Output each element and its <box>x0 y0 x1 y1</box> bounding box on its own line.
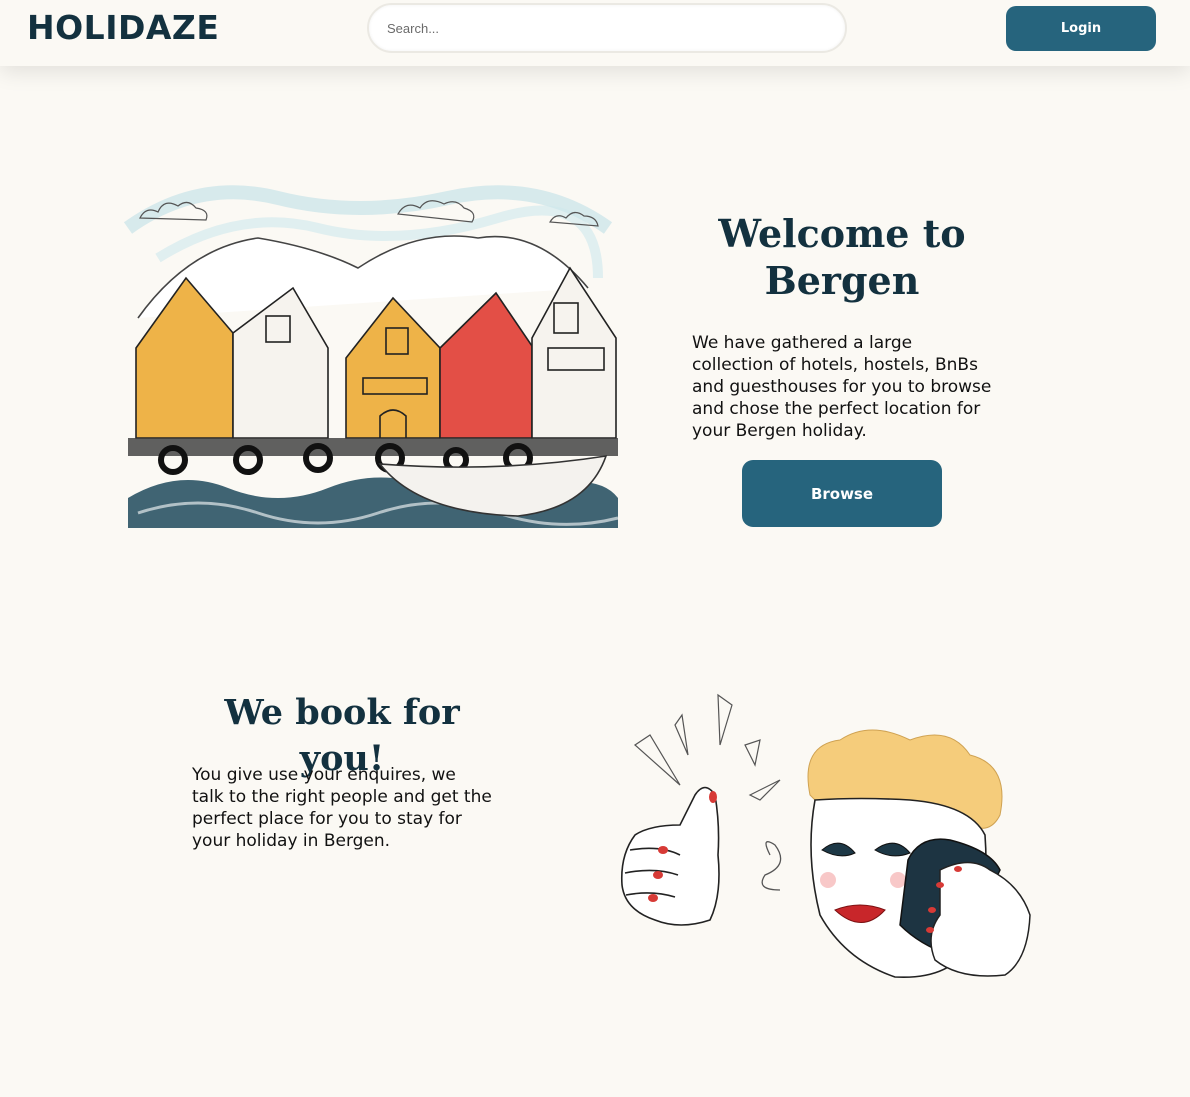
woman-phone-illustration <box>620 693 1031 979</box>
login-button[interactable]: Login <box>1006 6 1156 51</box>
bergen-houses-illustration <box>123 185 619 528</box>
book-text: You give use your enquires, we talk to t… <box>192 765 492 851</box>
welcome-title: Welcome to Bergen <box>718 211 966 303</box>
holidaze-logo[interactable]: HOLIDAZE <box>27 8 219 48</box>
browse-button[interactable]: Browse <box>742 460 942 527</box>
site-header: HOLIDAZE Login <box>0 0 1190 66</box>
welcome-text: We have gathered a large collection of h… <box>692 333 992 441</box>
thumbs-up-icon <box>620 786 720 926</box>
search-input[interactable] <box>367 3 847 53</box>
